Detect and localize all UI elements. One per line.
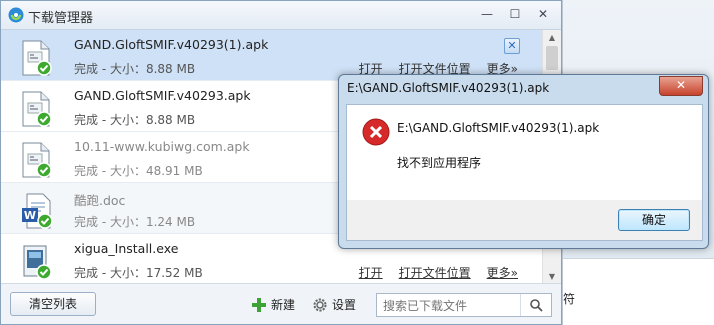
- background-panel: [563, 258, 714, 325]
- window-title: 下载管理器: [28, 11, 94, 26]
- title-bar[interactable]: 下载管理器 — ☐ ✕: [1, 1, 561, 30]
- error-message: 找不到应用程序: [397, 156, 482, 170]
- close-button[interactable]: ✕: [532, 5, 554, 23]
- search-box[interactable]: [376, 293, 552, 317]
- clear-list-button[interactable]: 清空列表: [10, 292, 96, 316]
- apk-file-icon: [22, 40, 52, 76]
- app-logo-icon: [8, 7, 24, 23]
- file-name[interactable]: GAND.GloftSMIF.v40293.apk: [74, 88, 251, 103]
- file-status: 完成 - 大小：1.24 MB: [74, 215, 196, 229]
- error-path: E:\GAND.GloftSMIF.v40293(1).apk: [397, 121, 600, 135]
- scroll-up-icon[interactable]: ▲: [543, 30, 561, 46]
- more-link[interactable]: 更多»: [487, 264, 518, 281]
- ok-button[interactable]: 确定: [618, 209, 690, 231]
- open-link[interactable]: 打开: [359, 264, 383, 281]
- search-input[interactable]: [381, 295, 525, 317]
- file-name[interactable]: 10.11-www.kubiwg.com.apk: [74, 139, 250, 154]
- gear-icon: [313, 298, 327, 311]
- apk-file-icon: [22, 91, 52, 127]
- file-status: 完成 - 大小：8.88 MB: [74, 113, 196, 127]
- remove-row-icon[interactable]: ✕: [504, 38, 520, 54]
- svg-text:W: W: [24, 209, 36, 222]
- exe-file-icon: [23, 245, 52, 280]
- file-status: 完成 - 大小：48.91 MB: [74, 164, 203, 178]
- dialog-title: E:\GAND.GloftSMIF.v40293(1).apk: [347, 81, 550, 95]
- dialog-close-button[interactable]: ✕: [659, 76, 703, 96]
- search-button[interactable]: [520, 294, 551, 316]
- search-icon: [530, 299, 543, 312]
- dialog-footer: 确定: [346, 200, 703, 241]
- file-status: 完成 - 大小：8.88 MB: [74, 62, 196, 76]
- settings-button[interactable]: 设置: [312, 296, 356, 313]
- dialog-body: E:\GAND.GloftSMIF.v40293(1).apk 找不到应用程序: [346, 104, 703, 201]
- file-name[interactable]: xigua_Install.exe: [74, 241, 178, 256]
- open-folder-link[interactable]: 打开文件位置: [399, 264, 471, 281]
- file-name[interactable]: 酷跑.doc: [74, 190, 125, 209]
- new-download-label: 新建: [271, 298, 296, 312]
- maximize-button[interactable]: ☐: [504, 5, 526, 23]
- settings-label: 设置: [332, 298, 357, 312]
- background-partial-text: 符: [563, 292, 576, 306]
- apk-file-icon: [22, 142, 52, 178]
- error-icon: [362, 118, 390, 146]
- file-name[interactable]: GAND.GloftSMIF.v40293(1).apk: [74, 37, 268, 52]
- error-dialog: E:\GAND.GloftSMIF.v40293(1).apk ✕ E:\GAN…: [338, 74, 709, 249]
- word-doc-icon: W: [22, 193, 53, 229]
- new-download-button[interactable]: 新建: [251, 296, 295, 313]
- scroll-thumb[interactable]: [546, 46, 558, 70]
- minimize-button[interactable]: —: [476, 5, 498, 23]
- footer-bar: 清空列表 新建 设置: [1, 283, 561, 324]
- file-status: 完成 - 大小：17.52 MB: [74, 266, 203, 280]
- plus-icon: [252, 297, 266, 312]
